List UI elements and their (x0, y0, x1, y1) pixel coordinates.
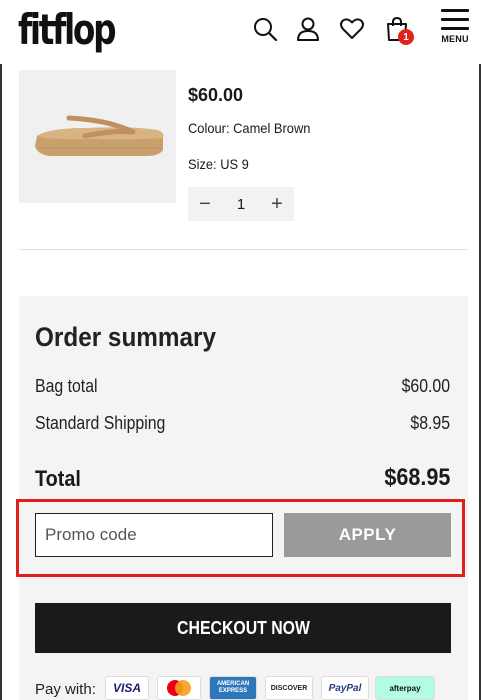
total-label: Total (35, 466, 81, 491)
amex-logo: AMERICAN EXPRESS (209, 676, 257, 700)
checkout-now-button[interactable]: CHECKOUT NOW (35, 603, 451, 653)
menu-bar-icon (441, 27, 469, 30)
increase-quantity-button[interactable]: + (260, 187, 294, 221)
paypal-logo: PayPal (321, 676, 369, 700)
product-price: $60.00 (188, 85, 244, 105)
checkout-now-label: CHECKOUT NOW (176, 617, 310, 638)
menu-label: MENU (441, 34, 469, 44)
shipping-value: $8.95 (410, 413, 450, 433)
product-colour: Colour: Camel Brown (188, 120, 311, 136)
shipping-label: Standard Shipping (35, 413, 166, 433)
search-icon[interactable] (251, 14, 279, 44)
decrease-quantity-button[interactable]: − (188, 187, 222, 221)
pay-with-label: Pay with: (35, 681, 96, 698)
bag-icon[interactable]: 1 (383, 14, 414, 45)
product-image[interactable] (19, 70, 176, 203)
bag-count-badge: 1 (398, 29, 414, 45)
discover-logo: DISCOVER (265, 676, 313, 700)
mastercard-logo (157, 676, 201, 700)
menu-button[interactable]: MENU (438, 9, 472, 44)
mastercard-icon (167, 680, 191, 696)
total-value: $68.95 (383, 464, 450, 491)
site-header: fitflop 1 MENU (0, 0, 481, 64)
product-size: Size: US 9 (188, 156, 249, 172)
menu-bar-icon (441, 9, 469, 12)
menu-bar-icon (441, 18, 469, 21)
order-summary-title: Order summary (35, 322, 216, 352)
quantity-stepper: − 1 + (188, 187, 294, 221)
flip-flop-sandal-icon (35, 115, 164, 156)
fitflop-logo[interactable]: fitflop (18, 4, 117, 56)
afterpay-logo: afterpay (375, 676, 435, 700)
apply-promo-button[interactable]: APPLY (284, 513, 451, 557)
window-edge-left (0, 0, 2, 700)
promo-code-input[interactable] (35, 513, 273, 557)
heart-icon[interactable] (338, 14, 366, 44)
quantity-value: 1 (236, 195, 246, 213)
order-summary-panel: Order summary Bag total $60.00 Standard … (16, 296, 468, 700)
bag-total-label: Bag total (35, 376, 98, 396)
bag-total-value: $60.00 (401, 376, 450, 396)
visa-logo: VISA (105, 676, 149, 700)
account-icon[interactable] (294, 14, 322, 44)
section-divider (19, 249, 468, 250)
